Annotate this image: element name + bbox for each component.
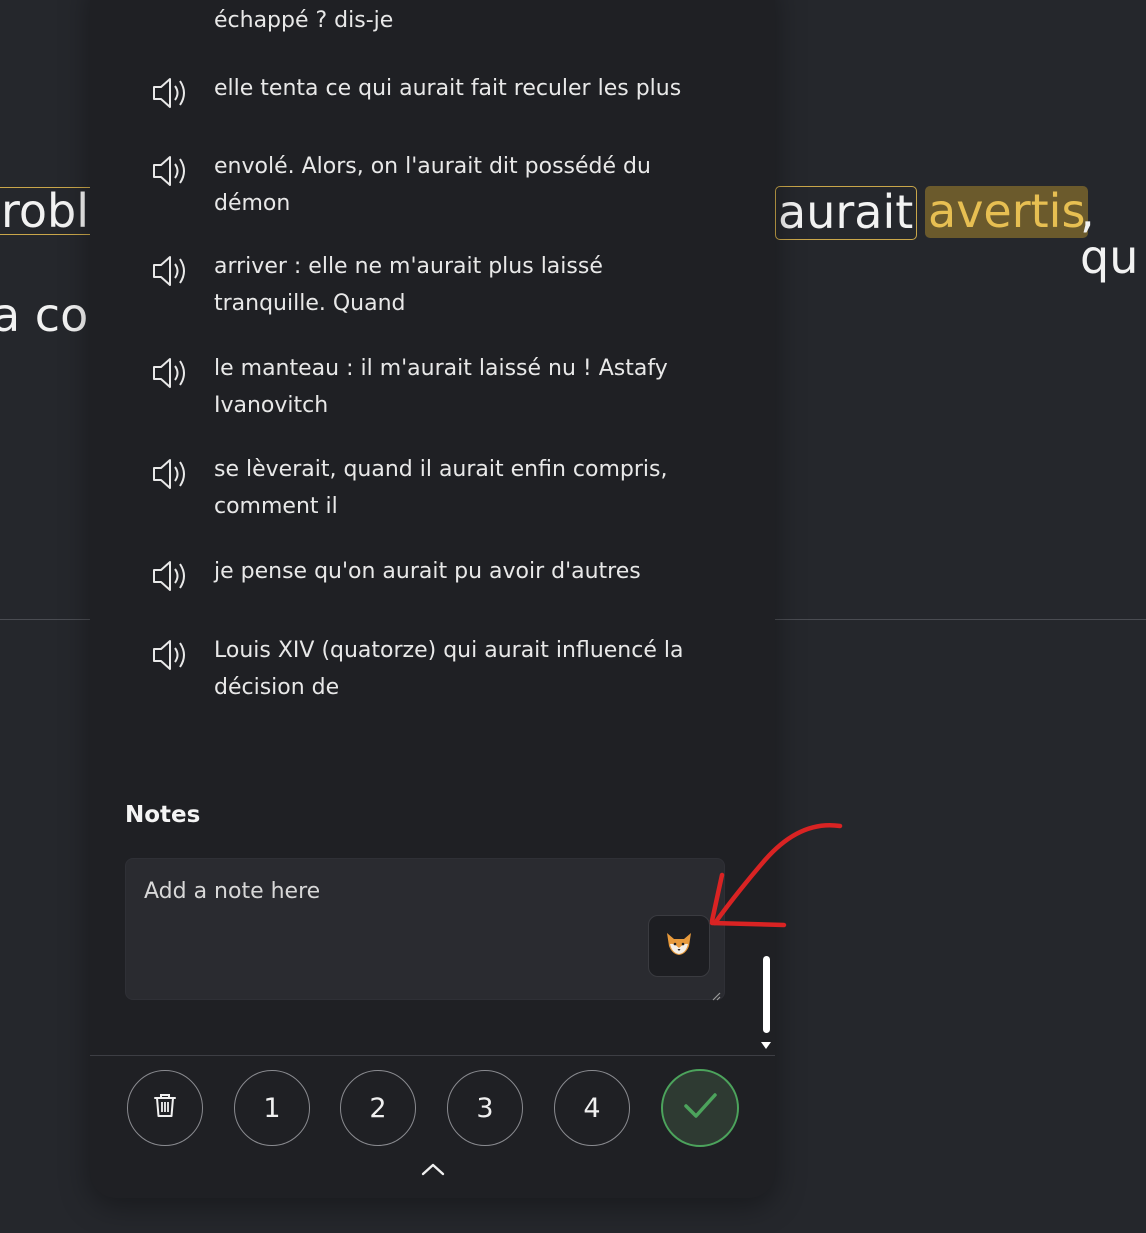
sentence-text: Louis XIV (quatorze) qui aurait influenc…: [214, 638, 684, 700]
background-word-avertis-highlighted[interactable]: avertis: [925, 186, 1089, 238]
note-input[interactable]: [126, 859, 724, 999]
speaker-icon[interactable]: [150, 454, 192, 494]
trash-icon: [150, 1090, 180, 1127]
rating-4-button[interactable]: 4: [554, 1070, 630, 1146]
sentence-text: échappé ? dis-je: [214, 8, 394, 33]
speaker-icon[interactable]: [150, 556, 192, 596]
resize-grip-icon[interactable]: [711, 986, 721, 1001]
rating-2-button[interactable]: 2: [340, 1070, 416, 1146]
sentence-text: le manteau : il m'aurait laissé nu ! Ast…: [214, 356, 668, 418]
sentence-text: arriver : elle ne m'aurait plus laissé t…: [214, 254, 603, 316]
checkmark-icon: [680, 1085, 720, 1132]
rating-3-button[interactable]: 3: [447, 1070, 523, 1146]
speaker-icon[interactable]: [150, 251, 192, 291]
speaker-icon[interactable]: [150, 635, 192, 675]
fox-assistant-button[interactable]: [648, 915, 710, 977]
sentence-text: envolé. Alors, on l'aurait dit possédé d…: [214, 154, 651, 216]
notes-label: Notes: [125, 802, 201, 828]
mark-known-button[interactable]: [661, 1069, 739, 1147]
speaker-icon[interactable]: [150, 151, 192, 191]
background-text-trailing: , qu: [1080, 184, 1139, 284]
speaker-icon[interactable]: [150, 73, 192, 113]
scroll-down-arrow-icon[interactable]: [761, 1042, 771, 1049]
chevron-up-icon[interactable]: [420, 1161, 446, 1177]
note-box: [125, 858, 725, 1001]
background-word-fragment[interactable]: robl: [0, 187, 95, 235]
background-word-aurait[interactable]: aurait: [775, 186, 918, 240]
sentence-text: se lèverait, quand il aurait enfin compr…: [214, 457, 668, 519]
sentence-text: elle tenta ce qui aurait fait reculer le…: [214, 76, 682, 101]
word-detail-panel: échappé ? dis-je elle tenta ce qui aurai…: [90, 0, 775, 1198]
background-text-fragment: a col: [0, 288, 102, 342]
fox-icon: [664, 929, 694, 963]
scrollbar-thumb[interactable]: [763, 956, 770, 1033]
speaker-icon[interactable]: [150, 353, 192, 393]
rating-1-button[interactable]: 1: [234, 1070, 310, 1146]
sentence-text: je pense qu'on aurait pu avoir d'autres: [214, 559, 641, 584]
toolbar-divider: [90, 1055, 775, 1056]
delete-button[interactable]: [127, 1070, 203, 1146]
